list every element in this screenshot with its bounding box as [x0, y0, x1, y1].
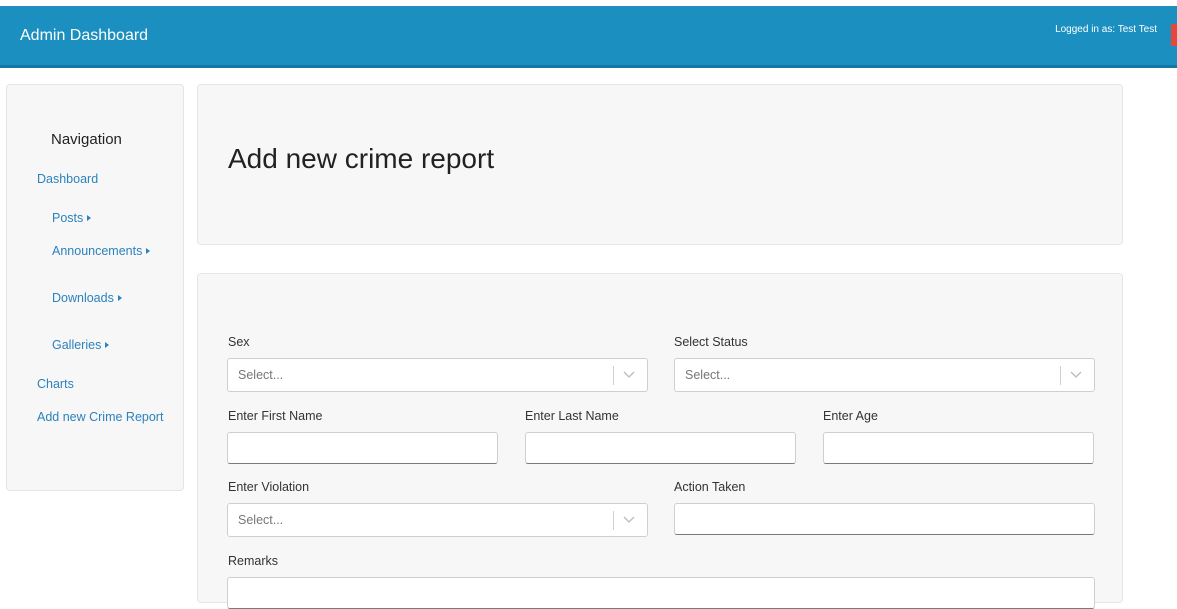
sidebar-item-label: Charts: [37, 377, 74, 391]
sidebar-item-label: Posts: [52, 211, 84, 225]
chevron-down-icon: [1070, 371, 1082, 378]
sidebar-item-downloads[interactable]: Downloads: [52, 291, 122, 305]
age-input[interactable]: [823, 432, 1094, 464]
chevron-down-icon: [623, 516, 635, 523]
violation-select[interactable]: Select...: [227, 503, 648, 537]
remarks-label: Remarks: [228, 554, 279, 568]
sex-select-placeholder: Select...: [238, 368, 284, 382]
last-name-input[interactable]: [525, 432, 796, 464]
first-name-label: Enter First Name: [228, 409, 323, 423]
logged-in-text: Logged in as: Test Test: [1055, 24, 1157, 35]
sidebar-item-galleries[interactable]: Galleries: [52, 338, 110, 352]
violation-select-placeholder: Select...: [238, 513, 284, 527]
sidebar-item-label: Add new Crime Report: [37, 410, 164, 424]
brand-title[interactable]: Admin Dashboard: [20, 27, 148, 45]
sidebar-title: Navigation: [51, 131, 122, 148]
age-label: Enter Age: [823, 409, 878, 423]
status-select-placeholder: Select...: [685, 368, 731, 382]
sidebar-item-announcements[interactable]: Announcements: [52, 244, 151, 258]
crime-report-form: Sex Select... Select Status Select... En…: [197, 273, 1123, 609]
violation-label: Enter Violation: [228, 480, 310, 494]
sidebar-item-label: Dashboard: [37, 172, 99, 186]
caret-right-icon: [146, 247, 151, 254]
action-taken-input[interactable]: [674, 503, 1095, 535]
first-name-input[interactable]: [227, 432, 498, 464]
caret-right-icon: [87, 214, 92, 221]
top-navbar: Admin Dashboard Logged in as: Test Test: [0, 6, 1177, 68]
sidebar-item-add-crime-report[interactable]: Add new Crime Report: [37, 410, 163, 424]
sidebar-item-dashboard[interactable]: Dashboard: [37, 172, 98, 186]
action-taken-label: Action Taken: [674, 480, 746, 494]
page-header-card: Add new crime report: [197, 84, 1123, 245]
sex-label: Sex: [228, 335, 250, 349]
page-title: Add new crime report: [228, 143, 495, 174]
last-name-label: Enter Last Name: [525, 409, 619, 423]
select-separator: [613, 511, 614, 530]
sidebar: Navigation Dashboard Posts Announcements…: [6, 84, 184, 491]
status-label: Select Status: [674, 335, 748, 349]
remarks-input[interactable]: [227, 577, 1095, 609]
sidebar-item-charts[interactable]: Charts: [37, 377, 74, 391]
caret-right-icon: [117, 294, 122, 301]
logout-button-edge[interactable]: [1171, 24, 1177, 46]
select-separator: [613, 366, 614, 385]
sex-select[interactable]: Select...: [227, 358, 648, 392]
chevron-down-icon: [623, 371, 635, 378]
sidebar-item-label: Announcements: [52, 244, 143, 258]
status-select[interactable]: Select...: [674, 358, 1095, 392]
sidebar-item-label: Galleries: [52, 338, 102, 352]
sidebar-item-posts[interactable]: Posts: [52, 211, 92, 225]
sidebar-item-label: Downloads: [52, 291, 114, 305]
caret-right-icon: [105, 341, 110, 348]
select-separator: [1060, 366, 1061, 385]
